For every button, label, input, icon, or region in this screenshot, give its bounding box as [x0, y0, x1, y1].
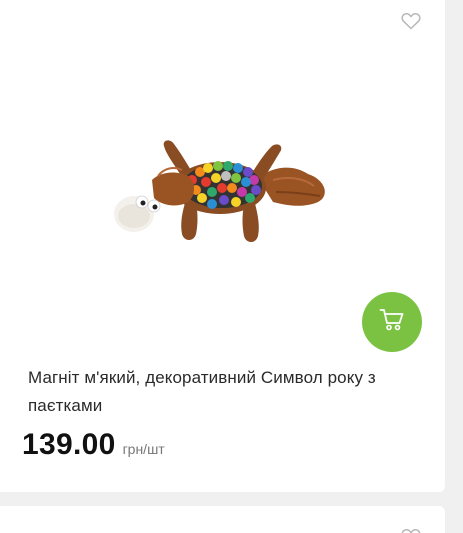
heart-outline-icon[interactable] [401, 12, 421, 30]
heart-outline-icon[interactable] [401, 528, 421, 533]
toy-tail [258, 167, 325, 206]
toy-head [152, 172, 194, 206]
product-image[interactable] [108, 136, 334, 248]
product-card-next[interactable] [0, 506, 445, 533]
price-unit: грн/шт [122, 441, 165, 457]
product-title[interactable]: Магніт м'який, декоративний Символ року … [28, 364, 428, 420]
product-price: 139.00 [22, 428, 116, 461]
cart-icon [379, 308, 405, 337]
price-row: 139.00 грн/шт [22, 428, 165, 462]
add-to-cart-button[interactable] [362, 292, 422, 352]
product-grid: Магніт м'який, декоративний Символ року … [0, 0, 463, 533]
